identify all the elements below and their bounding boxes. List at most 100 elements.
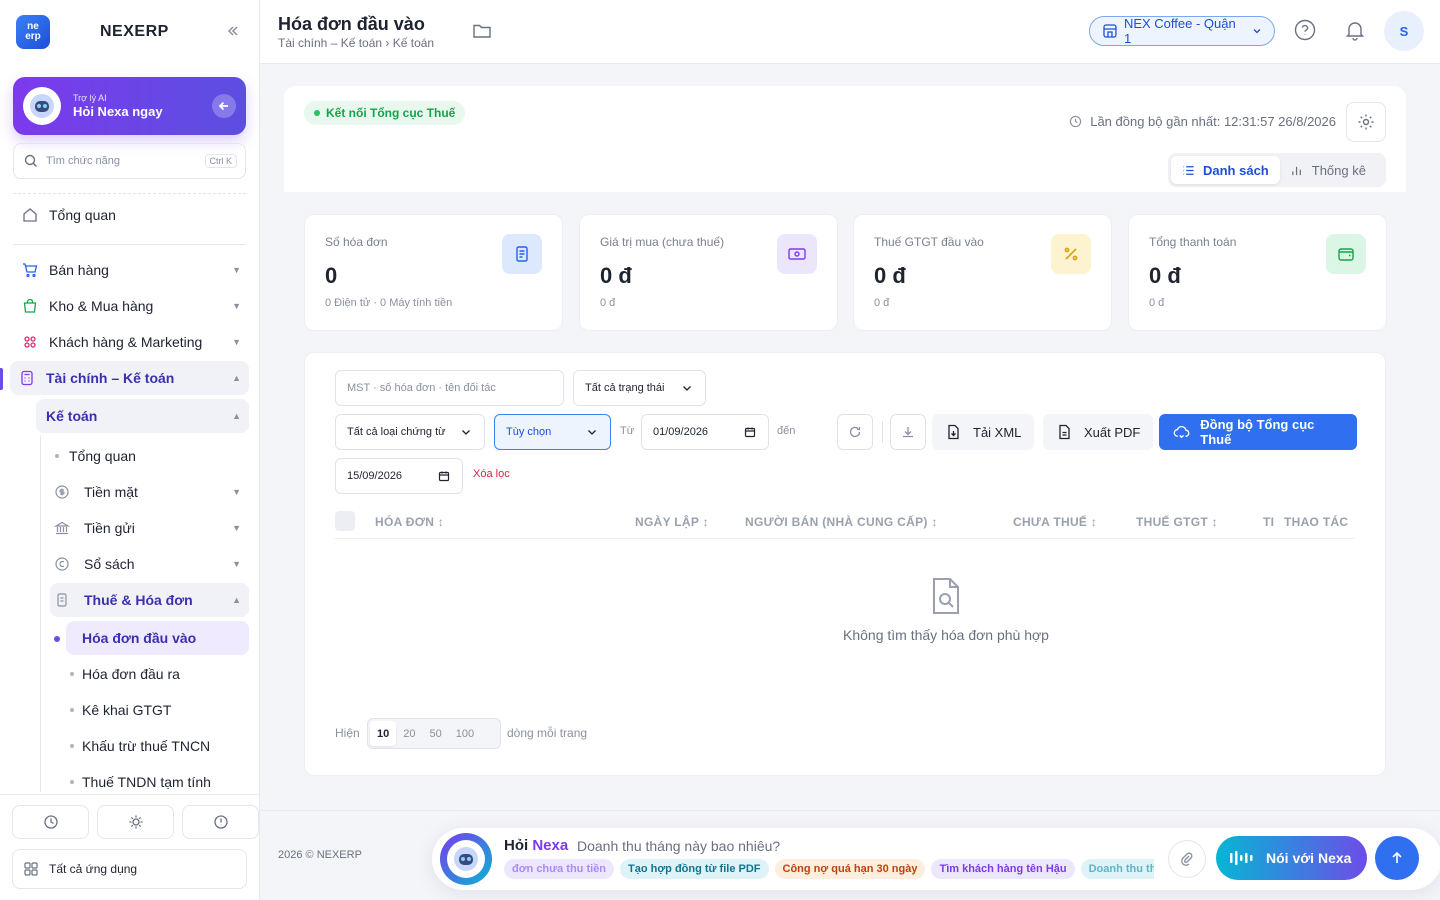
sidebar-subitem-overview[interactable]: Tổng quan [55,439,249,473]
sidebar-subitem-vat-declaration[interactable]: Kê khai GTGT [70,693,249,727]
voice-button[interactable]: Nói với Nexa [1216,836,1367,880]
sidebar-subitem-input-invoice[interactable]: Hóa đơn đầu vào [66,621,249,655]
collapse-sidebar-icon[interactable] [226,24,240,38]
sync-tax-authority-button[interactable]: Đồng bộ Tổng cục Thuế [1159,414,1357,450]
sidebar-item-label: Bán hàng [49,262,109,278]
sidebar-item-customers[interactable]: Khách hàng & Marketing ▼ [13,325,249,359]
sidebar-item-label: Tiền gửi [84,520,135,536]
ask-ai-card[interactable]: Trợ lý AI Hỏi Nexa ngay [13,77,246,135]
period-select[interactable]: Tùy chọn [494,414,611,450]
sidebar-subitem-cash[interactable]: Tiền mặt ▼ [50,475,249,509]
tab-list[interactable]: Danh sách [1171,156,1280,184]
attach-button[interactable] [1168,840,1206,878]
empty-state-text: Không tìm thấy hóa đơn phù hợp [843,627,1049,643]
suggestion-chip[interactable]: đơn chưa thu tiền [504,859,615,879]
send-button[interactable] [1375,836,1419,880]
sidebar-item-finance[interactable]: Tài chính – Kế toán ▲ [10,361,249,395]
export-pdf-button[interactable]: Xuất PDF [1043,414,1154,450]
sidebar-item-label: Tiền mặt [84,484,138,500]
column-header-pretax[interactable]: CHƯA THUẾ ↕ [1013,515,1097,529]
suggestion-chip[interactable]: Công nợ quá hạn 30 ngày [774,859,926,879]
page-size-50[interactable]: 50 [423,721,449,746]
help-icon[interactable] [1294,19,1316,41]
page-size-20[interactable]: 20 [396,721,422,746]
from-date-input[interactable]: 01/09/2026 [641,414,769,450]
sidebar-item-overview[interactable]: Tổng quan [13,198,249,232]
shortcut-badge: Ctrl K [204,154,237,168]
robot-icon [447,840,485,878]
breadcrumb[interactable]: Tài chính – Kế toán › Kế toán [278,36,434,50]
store-selector[interactable]: NEX Coffee - Quận 1 [1089,16,1275,46]
cloud-sync-icon [1173,425,1190,439]
theme-button[interactable] [97,805,174,839]
sidebar-subitem-ledger[interactable]: Sổ sách ▼ [50,547,249,581]
calendar-icon[interactable] [438,470,450,482]
download-icon [903,427,913,438]
status-dot [314,110,320,116]
settings-button[interactable] [1346,102,1386,142]
calendar-icon[interactable] [744,426,756,438]
page-size-10[interactable]: 10 [370,721,397,746]
stat-value: 0 đ [1149,263,1181,288]
suggestion-chip[interactable]: Tìm khách hàng tên Hậu [931,859,1075,879]
download-button[interactable] [890,414,926,450]
suggestion-chip[interactable]: Tạo hợp đồng từ file PDF [620,859,769,879]
file-icon [1059,424,1070,440]
feature-search-input[interactable]: Tìm chức năng Ctrl K [13,143,246,179]
sidebar-subitem-bank[interactable]: Tiền gửi ▼ [50,511,249,545]
sidebar-item-sales[interactable]: Bán hàng ▼ [13,253,249,287]
column-header-total[interactable]: TI [1263,515,1274,529]
arrow-up-icon [1392,851,1402,863]
ai-card-title: Hỏi Nexa ngay [73,104,163,119]
status-select[interactable]: Tất cả trạng thái [573,370,706,406]
to-date-input[interactable]: 15/09/2026 [335,458,463,494]
invoice-search-input[interactable]: MST · số hóa đơn · tên đối tác [335,370,564,406]
store-name: NEX Coffee - Quận 1 [1123,16,1236,46]
search-placeholder: MST · số hóa đơn · tên đối tác [347,382,496,394]
search-icon [24,154,37,167]
sidebar: ne erp NEXERP Trợ lý AI Hỏi Nexa ngay Tìm… [0,0,260,900]
select-all-checkbox[interactable] [335,511,355,531]
sidebar-subitem-pit[interactable]: Khấu trừ thuế TNCN [70,729,249,763]
bell-icon[interactable] [1344,19,1366,41]
folder-icon[interactable] [472,22,492,40]
button-label: Tải XML [973,424,1022,440]
arrow-left-icon[interactable] [212,94,236,118]
caret-down-icon: ▼ [232,559,241,569]
tab-stats[interactable]: Thống kê [1280,156,1377,184]
paperclip-icon [1181,852,1193,866]
sidebar-item-inventory[interactable]: Kho & Mua hàng ▼ [13,289,249,323]
sidebar-item-label: Hóa đơn đầu vào [82,630,197,646]
column-header-vat[interactable]: THUẾ GTGT ↕ [1136,515,1218,529]
column-header-invoice[interactable]: HÓA ĐƠN ↕ [375,515,444,529]
bullet [70,672,74,676]
sidebar-item-accounting[interactable]: Kế toán ▲ [36,399,249,433]
invoice-table-panel: MST · số hóa đơn · tên đối tác Tất cả tr… [304,352,1386,776]
chevron-down-icon [683,386,691,391]
sidebar-subitem-output-invoice[interactable]: Hóa đơn đầu ra [70,657,249,691]
app-logo[interactable]: ne erp [16,15,50,49]
column-header-date[interactable]: NGÀY LẬP ↕ [635,515,709,529]
caret-up-icon: ▲ [232,373,241,383]
alert-button[interactable] [182,805,259,839]
button-label: Xuất PDF [1084,424,1141,440]
clear-filters-link[interactable]: Xóa lọc [473,468,510,480]
page-size-100[interactable]: 100 [449,721,481,746]
column-header-seller[interactable]: NGƯỜI BÁN (NHÀ CUNG CẤP) ↕ [745,515,938,529]
sun-icon [129,815,142,829]
all-apps-button[interactable]: Tất cả ứng dụng [12,849,247,889]
waveform-icon [1230,851,1253,865]
to-date-value: 15/09/2026 [347,470,403,482]
suggestion-chip[interactable]: Doanh thu tháng [1080,859,1154,879]
doc-type-select[interactable]: Tất cả loại chứng từ [335,414,485,450]
user-avatar[interactable]: S [1384,11,1424,51]
refresh-button[interactable] [837,414,873,450]
download-xml-button[interactable]: Tải XML [932,414,1035,450]
stat-card-total-payment: Tổng thanh toán 0 đ 0 đ [1128,214,1387,331]
cart-icon [21,261,39,279]
chat-input[interactable]: Doanh thu tháng này bao nhiêu? [577,838,780,854]
invoice-icon [502,234,542,274]
tree-line [40,436,41,792]
history-button[interactable] [12,805,89,839]
sidebar-subitem-tax[interactable]: Thuế & Hóa đơn ▲ [50,583,249,617]
